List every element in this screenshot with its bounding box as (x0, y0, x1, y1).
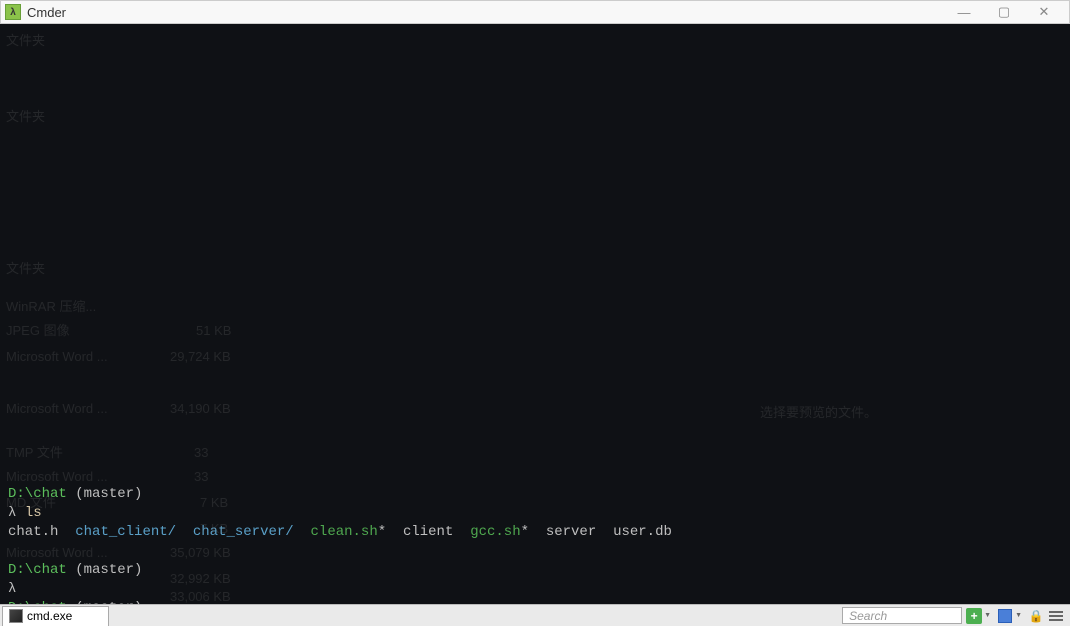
terminal-tab[interactable]: cmd.exe (2, 606, 109, 626)
ghost-text: 文件夹 (6, 32, 45, 50)
search-input[interactable]: Search (842, 607, 962, 624)
terminal-output[interactable]: 文件夹 文件夹 文件夹 WinRAR 压缩... JPEG 图像 51 KB M… (0, 24, 1070, 604)
prompt-lambda: λ (8, 581, 16, 597)
ghost-text: 33 (194, 444, 208, 462)
maximize-button[interactable]: ▢ (991, 4, 1017, 20)
ghost-text: 33,006 KB (170, 588, 231, 604)
ghost-text: Microsoft Word ... (6, 400, 108, 418)
minimize-button[interactable]: — (951, 4, 977, 20)
ls-entry: chat_server (193, 524, 285, 540)
ls-entry: client (403, 524, 453, 540)
prompt-branch: (master) (75, 562, 142, 578)
dropdown-icon[interactable]: ▼ (984, 612, 991, 619)
prompt-path: D:\chat (8, 600, 67, 604)
status-right-group: Search + ▼ ▼ 🔒 (842, 607, 1070, 624)
ghost-text: 32,992 KB (170, 570, 231, 588)
ghost-text: JPEG 图像 (6, 322, 70, 340)
ghost-text: TMP 文件 (6, 444, 63, 462)
ghost-text: 文件夹 (6, 260, 45, 278)
dropdown-icon[interactable]: ▼ (1015, 612, 1022, 619)
ghost-text: WinRAR 压缩... (6, 298, 96, 316)
lock-icon[interactable]: 🔒 (1028, 608, 1044, 624)
window-controls: — ▢ ✕ (951, 4, 1065, 20)
app-icon: λ (5, 4, 21, 20)
ghost-text: 33 (194, 468, 208, 486)
ghost-text: 文件夹 (6, 108, 45, 126)
close-button[interactable]: ✕ (1031, 4, 1057, 20)
ls-entry: user.db (613, 524, 672, 540)
prompt-path: D:\chat (8, 486, 67, 502)
window-layout-button[interactable] (997, 608, 1013, 624)
window-title: Cmder (27, 5, 951, 20)
ghost-text: 34,190 KB (170, 400, 231, 418)
prompt-lambda: λ (8, 505, 16, 521)
ls-entry: server (546, 524, 596, 540)
prompt-branch: (master) (75, 486, 142, 502)
menu-button[interactable] (1048, 608, 1064, 624)
ghost-text: Microsoft Word ... (6, 468, 108, 486)
prompt-path: D:\chat (8, 562, 67, 578)
ghost-text: Microsoft Word ... (6, 544, 108, 562)
ls-entry: gcc.sh (470, 524, 520, 540)
command-ls: ls (25, 505, 42, 521)
ghost-text: 51 KB (196, 322, 231, 340)
prompt-branch: (master) (75, 600, 142, 604)
ghost-text: Microsoft Word ... (6, 348, 108, 366)
ghost-text: 7 KB (200, 494, 228, 512)
new-tab-button[interactable]: + (966, 608, 982, 624)
window-titlebar: λ Cmder — ▢ ✕ (0, 0, 1070, 24)
ls-entry: chat.h (8, 524, 58, 540)
status-bar: cmd.exe Search + ▼ ▼ 🔒 (0, 604, 1070, 626)
ls-entry: clean.sh (311, 524, 378, 540)
ls-entry: chat_client (75, 524, 167, 540)
tab-label: cmd.exe (27, 609, 72, 623)
cmd-icon (9, 609, 23, 623)
ghost-text: 35,079 KB (170, 544, 231, 562)
ghost-text: 选择要预览的文件。 (760, 404, 877, 422)
ghost-text: 29,724 KB (170, 348, 231, 366)
